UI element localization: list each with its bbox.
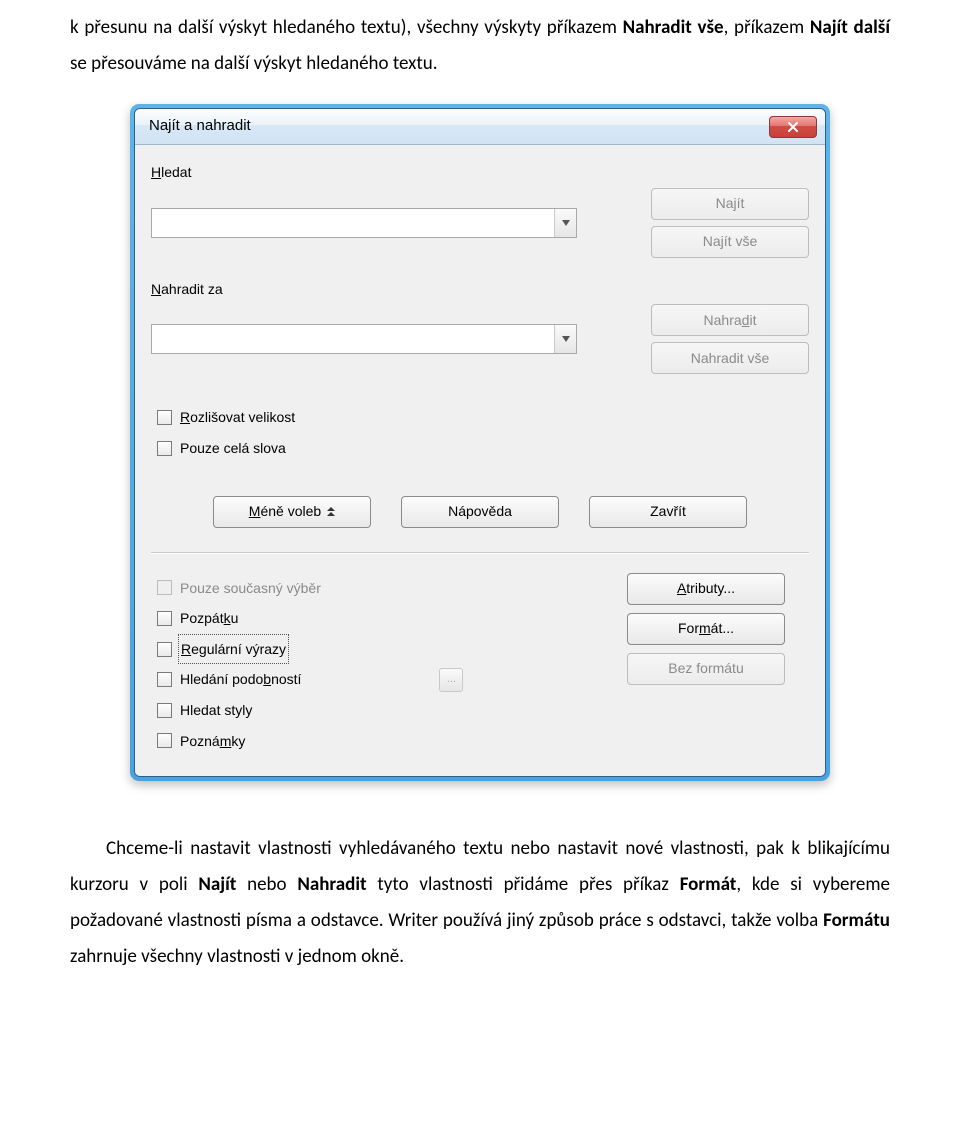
replace-input[interactable]: [152, 325, 554, 353]
collapse-icon: [327, 507, 335, 516]
middle-buttons: Méně voleb Nápověda Zavřít: [151, 496, 809, 528]
window-frame: Najít a nahradit Hledat: [130, 104, 830, 781]
find-section: Hledat Najít Najít vše: [151, 159, 809, 258]
backwards-checkbox[interactable]: Pozpátku: [157, 605, 597, 632]
replace-button[interactable]: Nahradit: [651, 304, 809, 336]
paragraph-1: k přesunu na další výskyt hledaného text…: [70, 10, 890, 82]
checkbox-icon: [157, 611, 172, 626]
attributes-button[interactable]: Atributy...: [627, 573, 785, 605]
text: zahrnuje všechny vlastnosti v jednom okn…: [70, 945, 404, 968]
find-combobox[interactable]: [151, 208, 577, 238]
replace-dropdown-button[interactable]: [554, 325, 576, 353]
close-window-button[interactable]: [769, 116, 817, 138]
chevron-down-icon: [562, 220, 570, 226]
paragraph-2: Chceme-li nastavit vlastnosti vyhledávan…: [70, 831, 890, 975]
checkbox-icon: [157, 672, 172, 687]
more-options: Pouze současný výběr Pozpátku Regulární …: [151, 571, 809, 759]
window-title: Najít a nahradit: [149, 112, 769, 141]
no-format-button: Bez formátu: [627, 653, 785, 685]
current-selection-checkbox: Pouze současný výběr: [157, 575, 597, 602]
bold: Formátu: [823, 909, 890, 932]
regex-checkbox[interactable]: Regulární výrazy: [157, 636, 597, 663]
similarity-checkbox[interactable]: Hledání podobností ...: [157, 666, 597, 693]
text: , příkazem: [724, 16, 810, 39]
search-styles-checkbox[interactable]: Hledat styly: [157, 697, 597, 724]
find-input[interactable]: [152, 209, 554, 237]
options-right: Atributy... Formát... Bez formátu: [627, 571, 809, 759]
checkbox-icon: [157, 642, 172, 657]
bold: Nahradit: [297, 873, 366, 896]
text: tyto vlastnosti přidáme přes příkaz: [367, 873, 680, 896]
find-replace-dialog: Najít a nahradit Hledat: [134, 108, 826, 777]
replace-section: Nahradit za Nahradit Nahradit vše: [151, 276, 809, 375]
options-left: Pouze současný výběr Pozpátku Regulární …: [151, 571, 597, 759]
replace-combobox[interactable]: [151, 324, 577, 354]
dialog-screenshot: Najít a nahradit Hledat: [70, 104, 890, 781]
close-icon: [787, 121, 799, 133]
text: k přesunu na další výskyt hledaného text…: [70, 16, 623, 39]
format-button[interactable]: Formát...: [627, 613, 785, 645]
bold: Nahradit vše: [623, 16, 724, 39]
titlebar[interactable]: Najít a nahradit: [135, 109, 825, 145]
dialog-body: Hledat Najít Najít vše: [135, 145, 825, 776]
bold: Formát: [680, 873, 737, 896]
checkbox-icon: [157, 703, 172, 718]
notes-checkbox[interactable]: Poznámky: [157, 728, 597, 755]
separator: [151, 552, 809, 553]
find-label: Hledat: [151, 159, 809, 186]
checkbox-icon: [157, 580, 172, 595]
help-button[interactable]: Nápověda: [401, 496, 559, 528]
whole-words-checkbox[interactable]: Pouze celá slova: [157, 435, 809, 462]
similarity-settings-button: ...: [439, 668, 463, 692]
checkbox-icon: [157, 441, 172, 456]
text: se přesouváme na další výskyt hledaného …: [70, 52, 438, 75]
replace-all-button[interactable]: Nahradit vše: [651, 342, 809, 374]
checkbox-icon: [157, 733, 172, 748]
basic-options: Rozlišovat velikost Pouze celá slova: [151, 404, 809, 461]
bold: Najít: [198, 873, 236, 896]
find-dropdown-button[interactable]: [554, 209, 576, 237]
find-all-button[interactable]: Najít vše: [651, 226, 809, 258]
find-button[interactable]: Najít: [651, 188, 809, 220]
checkbox-icon: [157, 410, 172, 425]
fewer-options-button[interactable]: Méně voleb: [213, 496, 371, 528]
close-button[interactable]: Zavřít: [589, 496, 747, 528]
chevron-down-icon: [562, 336, 570, 342]
match-case-checkbox[interactable]: Rozlišovat velikost: [157, 404, 809, 431]
bold: Najít další: [810, 16, 890, 39]
replace-label: Nahradit za: [151, 276, 809, 303]
text: nebo: [236, 873, 297, 896]
